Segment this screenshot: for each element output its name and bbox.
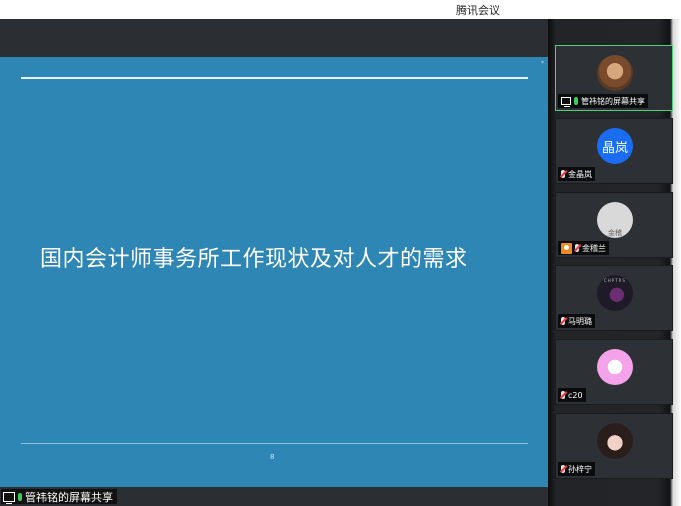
participant-tile[interactable]: 晶岚 金晶岚 (555, 118, 673, 184)
dog-photo-avatar-icon (597, 55, 633, 91)
participant-tile[interactable]: c20 (555, 339, 673, 405)
participant-name: 马明璐 (568, 316, 592, 326)
participant-name-tag: 孙梓宁 (558, 462, 595, 476)
participant-name: c20 (568, 390, 583, 400)
slide-top-rule (21, 77, 528, 79)
slide-bottom-rule (21, 443, 528, 444)
screen-share-icon (561, 97, 571, 107)
participant-name: 孙梓宁 (568, 464, 592, 474)
mic-muted-icon (561, 170, 565, 178)
participant-name: 管祎铭的屏幕共享 (581, 96, 645, 106)
screen-share-label[interactable]: 管祎铭的屏幕共享 (1, 489, 117, 504)
participant-name: 金晶岚 (568, 169, 592, 179)
participant-tile[interactable]: 孙梓宁 (555, 413, 673, 479)
text-avatar: 晶岚 (597, 128, 633, 164)
mic-muted-icon (561, 391, 565, 399)
slide-corner-mark: * (541, 60, 544, 67)
participant-name-tag: 金晶岚 (558, 167, 595, 181)
orange-user-badge-icon (561, 242, 572, 254)
window-title: 腾讯会议 (456, 4, 500, 17)
avatar-caption: 金稽 (608, 229, 622, 237)
participant-tile[interactable]: 管祎铭的屏幕共享 (555, 45, 673, 111)
mic-muted-icon (561, 317, 565, 325)
screen-share-icon (3, 491, 15, 504)
mic-on-icon (18, 492, 22, 501)
participant-name-tag: 马明璐 (558, 314, 595, 328)
participant-name-tag: 金稽兰 (558, 241, 609, 255)
window-titlebar: 腾讯会议 (0, 0, 681, 19)
participant-name-tag: 管祎铭的屏幕共享 (558, 94, 648, 108)
participant-name-tag: c20 (558, 388, 586, 402)
screen-share-text: 管祎铭的屏幕共享 (25, 490, 113, 504)
girl-photo-avatar-icon (597, 423, 633, 459)
share-status-bar: 管祎铭的屏幕共享 (0, 487, 548, 506)
stage-top-band (0, 19, 548, 57)
presentation-slide: * 国内会计师事务所工作现状及对人才的需求 8 (0, 57, 548, 487)
participant-name: 金稽兰 (582, 243, 606, 253)
pink-cartoon-avatar-icon (597, 349, 633, 385)
participant-sidebar[interactable]: 管祎铭的屏幕共享 晶岚 金晶岚 金稽 金稽兰 CHPTRS 马明璐 c20 孙梓… (548, 19, 681, 506)
shared-screen-stage: * 国内会计师事务所工作现状及对人才的需求 8 (0, 19, 548, 487)
slide-page-number: 8 (270, 453, 275, 461)
mic-muted-icon (561, 465, 565, 473)
avatar-caption: CHPTRS (604, 278, 626, 283)
participant-tile[interactable]: CHPTRS 马明璐 (555, 265, 673, 331)
mic-muted-icon (575, 244, 579, 252)
participant-tile[interactable]: 金稽 金稽兰 (555, 192, 673, 258)
slide-headline: 国内会计师事务所工作现状及对人才的需求 (40, 247, 468, 272)
mic-on-icon (574, 97, 578, 105)
